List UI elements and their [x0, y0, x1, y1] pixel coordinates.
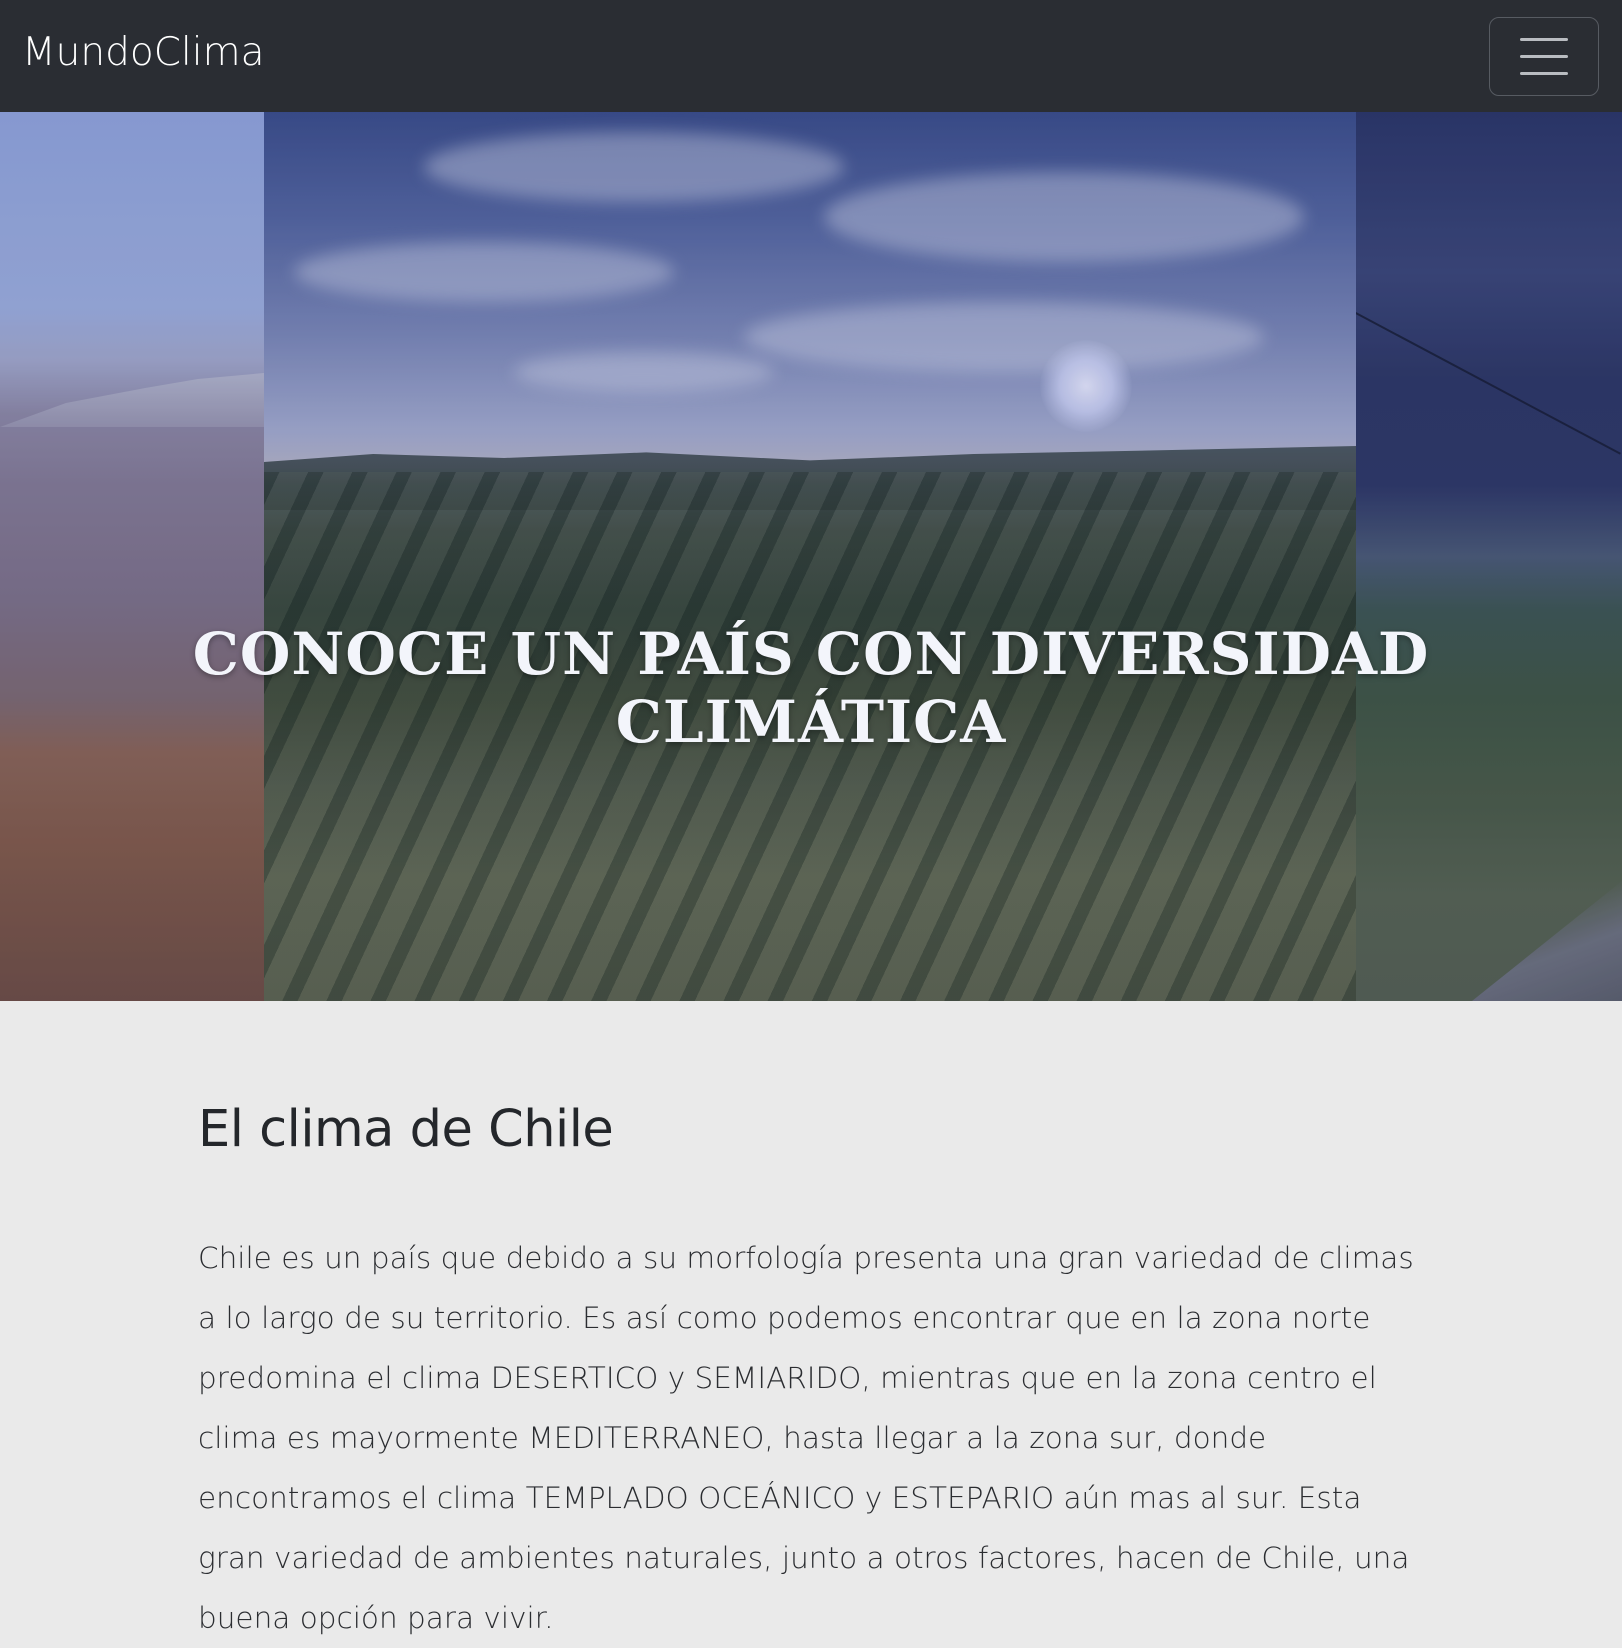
hamburger-menu-icon [1520, 38, 1568, 41]
main-content: El clima de Chile Chile es un país que d… [198, 1100, 1428, 1635]
hero-title: CONOCE UN PAÍS CON DIVERSIDAD CLIMÁTICA [192, 620, 1430, 756]
navbar-toggler-button[interactable] [1489, 17, 1599, 96]
hamburger-menu-icon [1520, 72, 1568, 75]
hero-banner: CONOCE UN PAÍS CON DIVERSIDAD CLIMÁTICA [0, 112, 1622, 1001]
brand-logo-link[interactable]: MundoClima [22, 30, 265, 75]
section-title: El clima de Chile [198, 1100, 614, 1159]
hamburger-menu-icon [1520, 55, 1568, 58]
section-paragraph: Chile es un país que debido a su morfolo… [198, 1241, 1414, 1635]
navbar: MundoClima [0, 0, 1622, 112]
